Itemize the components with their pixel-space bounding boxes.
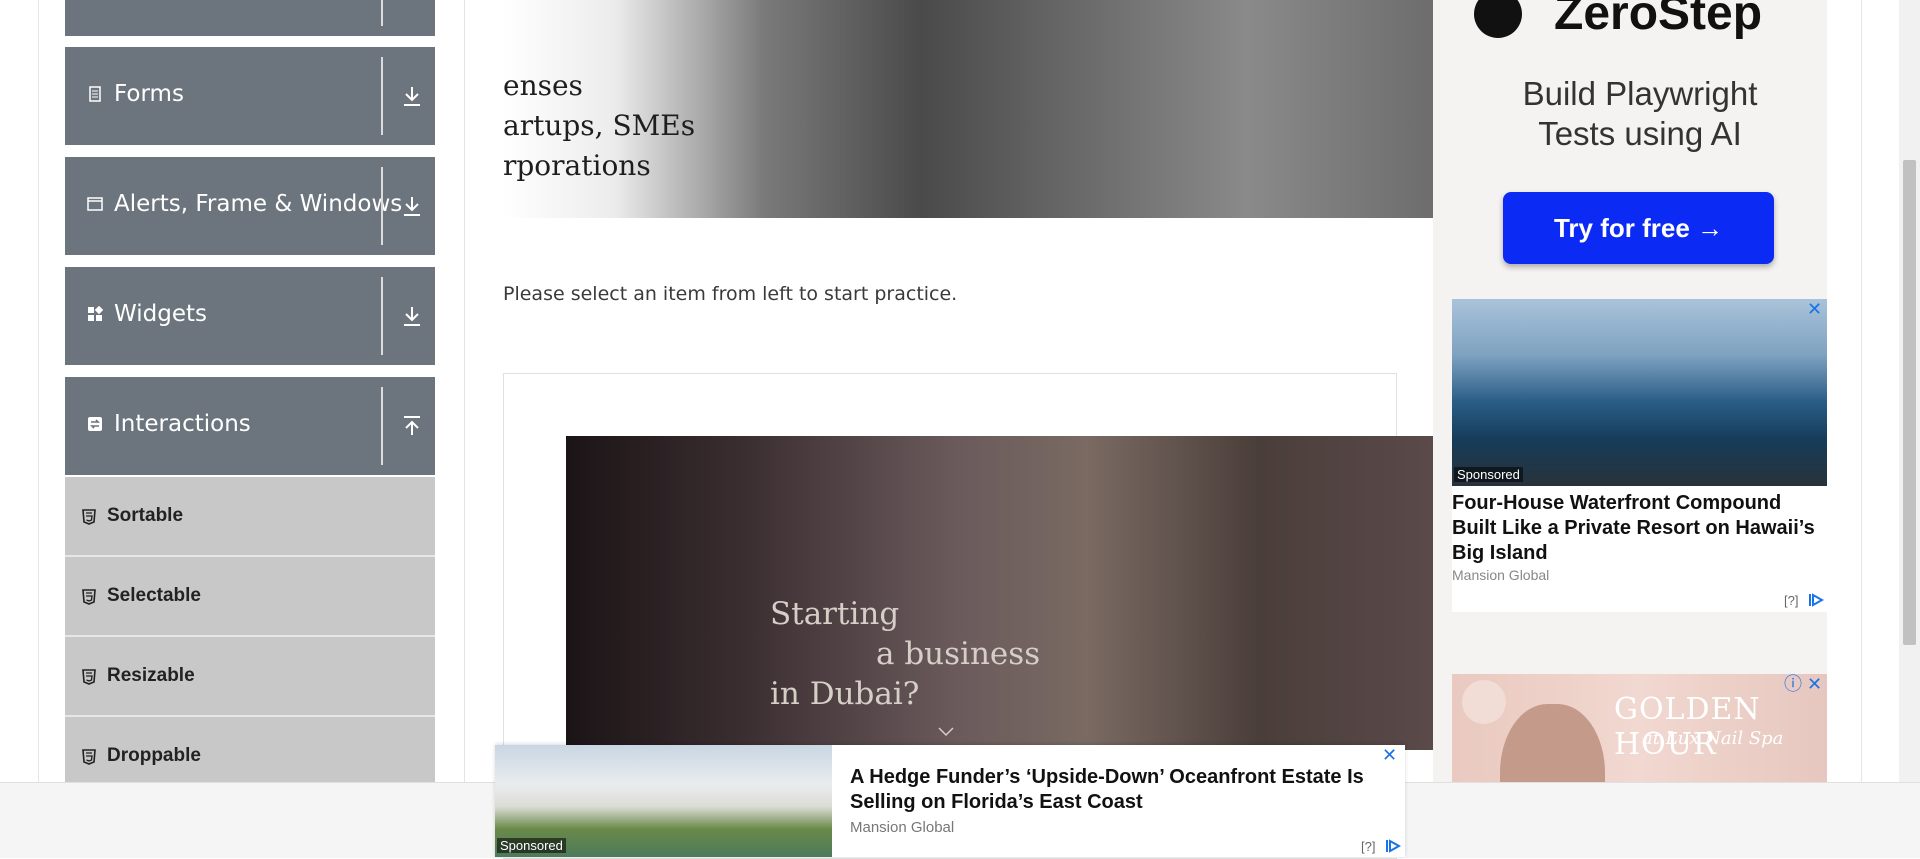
banner-line: a business — [876, 636, 1041, 672]
bottom-ad-source: Mansion Global — [850, 819, 955, 836]
close-icon[interactable]: ✕ — [1382, 747, 1397, 765]
banner-line: enses — [503, 69, 583, 102]
close-icon[interactable]: ✕ — [1807, 676, 1822, 694]
adchoice-label[interactable]: [?] — [1784, 593, 1798, 608]
spa-logo-icon — [1462, 680, 1506, 724]
golden-title: GOLDEN HOUR — [1614, 692, 1761, 762]
ad-card[interactable]: Sponsored ✕ Four-House Waterfront Compou… — [1452, 299, 1827, 612]
sidebar-group-interactions[interactable]: Interactions — [65, 377, 435, 475]
banner-line: in Dubai? — [770, 676, 920, 712]
sidebar-item-label: Resizable — [107, 665, 195, 686]
group-label: Widgets — [114, 301, 207, 327]
sidebar-item-label: Sortable — [107, 505, 184, 526]
adchoices-icon[interactable] — [1808, 593, 1824, 607]
sidebar-item-sortable[interactable]: Sortable — [65, 477, 435, 557]
close-icon[interactable]: ✕ — [1807, 301, 1822, 319]
adchoices-icon[interactable] — [1385, 839, 1401, 853]
banner-line: Starting — [770, 596, 900, 632]
top-banner-ad[interactable]: enses artups, SMEs rporations — [503, 0, 1433, 218]
download-arrow-icon[interactable] — [402, 195, 422, 217]
banner-text: Starting a business in Dubai? — [770, 594, 1040, 714]
html5-icon — [82, 669, 96, 685]
widgets-icon — [88, 306, 103, 321]
sidebar-item-label: Selectable — [107, 585, 201, 606]
html5-icon — [82, 509, 96, 525]
scrollbar-thumb[interactable] — [1903, 160, 1916, 645]
interactions-icon — [88, 417, 102, 431]
banner-line: artups, SMEs — [503, 109, 696, 142]
sponsored-label: Sponsored — [497, 838, 566, 853]
sidebar-group-partial[interactable] — [65, 0, 435, 36]
sidebar-group-widgets[interactable]: Widgets — [65, 267, 435, 365]
sidebar-group-forms[interactable]: Forms — [65, 47, 435, 145]
golden-subtitle: at Lux Nail Spa — [1642, 728, 1784, 749]
ad-headline-line: Build Playwright — [1522, 75, 1758, 112]
group-separator — [381, 0, 383, 26]
group-separator — [381, 57, 383, 135]
ad-card-image — [1452, 299, 1827, 486]
sidebar-item-label: Droppable — [107, 745, 201, 766]
upload-arrow-icon[interactable] — [402, 415, 422, 437]
sidebar-item-resizable[interactable]: Resizable — [65, 637, 435, 717]
sidebar-item-selectable[interactable]: Selectable — [65, 557, 435, 637]
try-for-free-button[interactable]: Try for free → — [1503, 192, 1774, 264]
ad-headline-line: Tests using AI — [1538, 115, 1742, 152]
info-icon[interactable]: ⓘ — [1784, 676, 1802, 694]
group-label: Forms — [114, 81, 184, 107]
sponsored-label: Sponsored — [1454, 467, 1523, 482]
banner-line: rporations — [503, 149, 651, 182]
ad-logo: ZeroStep — [1554, 0, 1763, 40]
group-label: Alerts, Frame & Windows — [114, 191, 403, 217]
intro-text: Please select an item from left to start… — [503, 283, 958, 305]
download-arrow-icon[interactable] — [402, 305, 422, 327]
group-separator — [381, 277, 383, 355]
sidebar-group-alerts[interactable]: Alerts, Frame & Windows — [65, 157, 435, 255]
bottom-ad-title: A Hedge Funder’s ‘Upside-Down’ Oceanfron… — [850, 766, 1364, 813]
banner-text: enses artups, SMEs rporations — [503, 66, 695, 186]
group-separator — [381, 387, 383, 465]
group-label: Interactions — [114, 411, 251, 437]
ad-card-title: Four-House Waterfront Compound Built Lik… — [1452, 492, 1815, 564]
ad-card-source: Mansion Global — [1452, 567, 1550, 583]
adchoice-label[interactable]: [?] — [1361, 839, 1375, 854]
download-arrow-icon[interactable] — [402, 85, 422, 107]
window-icon — [87, 197, 103, 211]
html5-icon — [82, 749, 96, 765]
ad-headline: Build Playwright Tests using AI — [1453, 74, 1827, 154]
form-icon — [89, 86, 101, 102]
html5-icon — [82, 589, 96, 605]
chevron-down-icon[interactable] — [936, 726, 956, 738]
bottom-sticky-ad[interactable]: Sponsored ✕ A Hedge Funder’s ‘Upside-Dow… — [495, 745, 1405, 857]
group-separator — [381, 167, 383, 245]
dubai-banner-ad[interactable]: Starting a business in Dubai? — [566, 436, 1433, 750]
